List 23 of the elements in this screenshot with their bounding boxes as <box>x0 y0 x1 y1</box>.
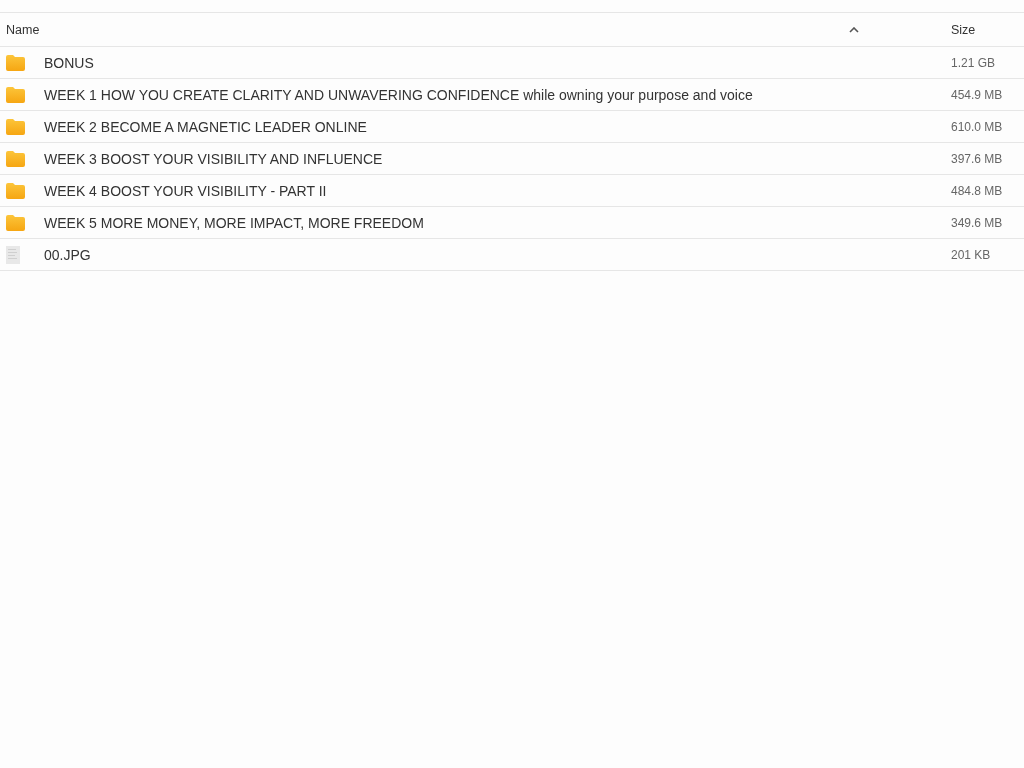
folder-icon <box>6 118 25 135</box>
file-name[interactable]: WEEK 4 BOOST YOUR VISIBILITY - PART II <box>44 182 951 199</box>
file-name[interactable]: BONUS <box>44 54 951 71</box>
file-size: 484.8 MB <box>951 183 1004 198</box>
column-header[interactable]: Size <box>951 22 976 37</box>
folder-icon <box>6 182 25 199</box>
folder-icon <box>6 214 25 231</box>
file-size: 1.21 GB <box>951 55 997 70</box>
file-size: 610.0 MB <box>951 119 1004 134</box>
file-name[interactable]: 00.JPG <box>44 246 951 263</box>
file-name[interactable]: WEEK 5 MORE MONEY, MORE IMPACT, MORE FREEDOM <box>44 214 951 231</box>
file-name[interactable]: WEEK 2 BECOME A MAGNETIC LEADER ONLINE <box>44 118 951 135</box>
file-size: 349.6 MB <box>951 215 1004 230</box>
folder-icon <box>6 150 25 167</box>
file-name[interactable]: WEEK 1 HOW YOU CREATE CLARITY AND UNWAVERING CONFIDENCE while owning your purpose and voice <box>44 86 951 103</box>
folder-icon <box>6 54 25 71</box>
file-name[interactable]: WEEK 3 BOOST YOUR VISIBILITY AND INFLUENCE <box>44 150 951 167</box>
column-header[interactable]: Name <box>6 22 40 37</box>
file-size: 397.6 MB <box>951 151 1004 166</box>
file-size: 454.9 MB <box>951 87 1004 102</box>
folder-icon <box>6 86 25 103</box>
file-icon <box>6 245 20 264</box>
file-size: 201 KB <box>951 247 992 262</box>
